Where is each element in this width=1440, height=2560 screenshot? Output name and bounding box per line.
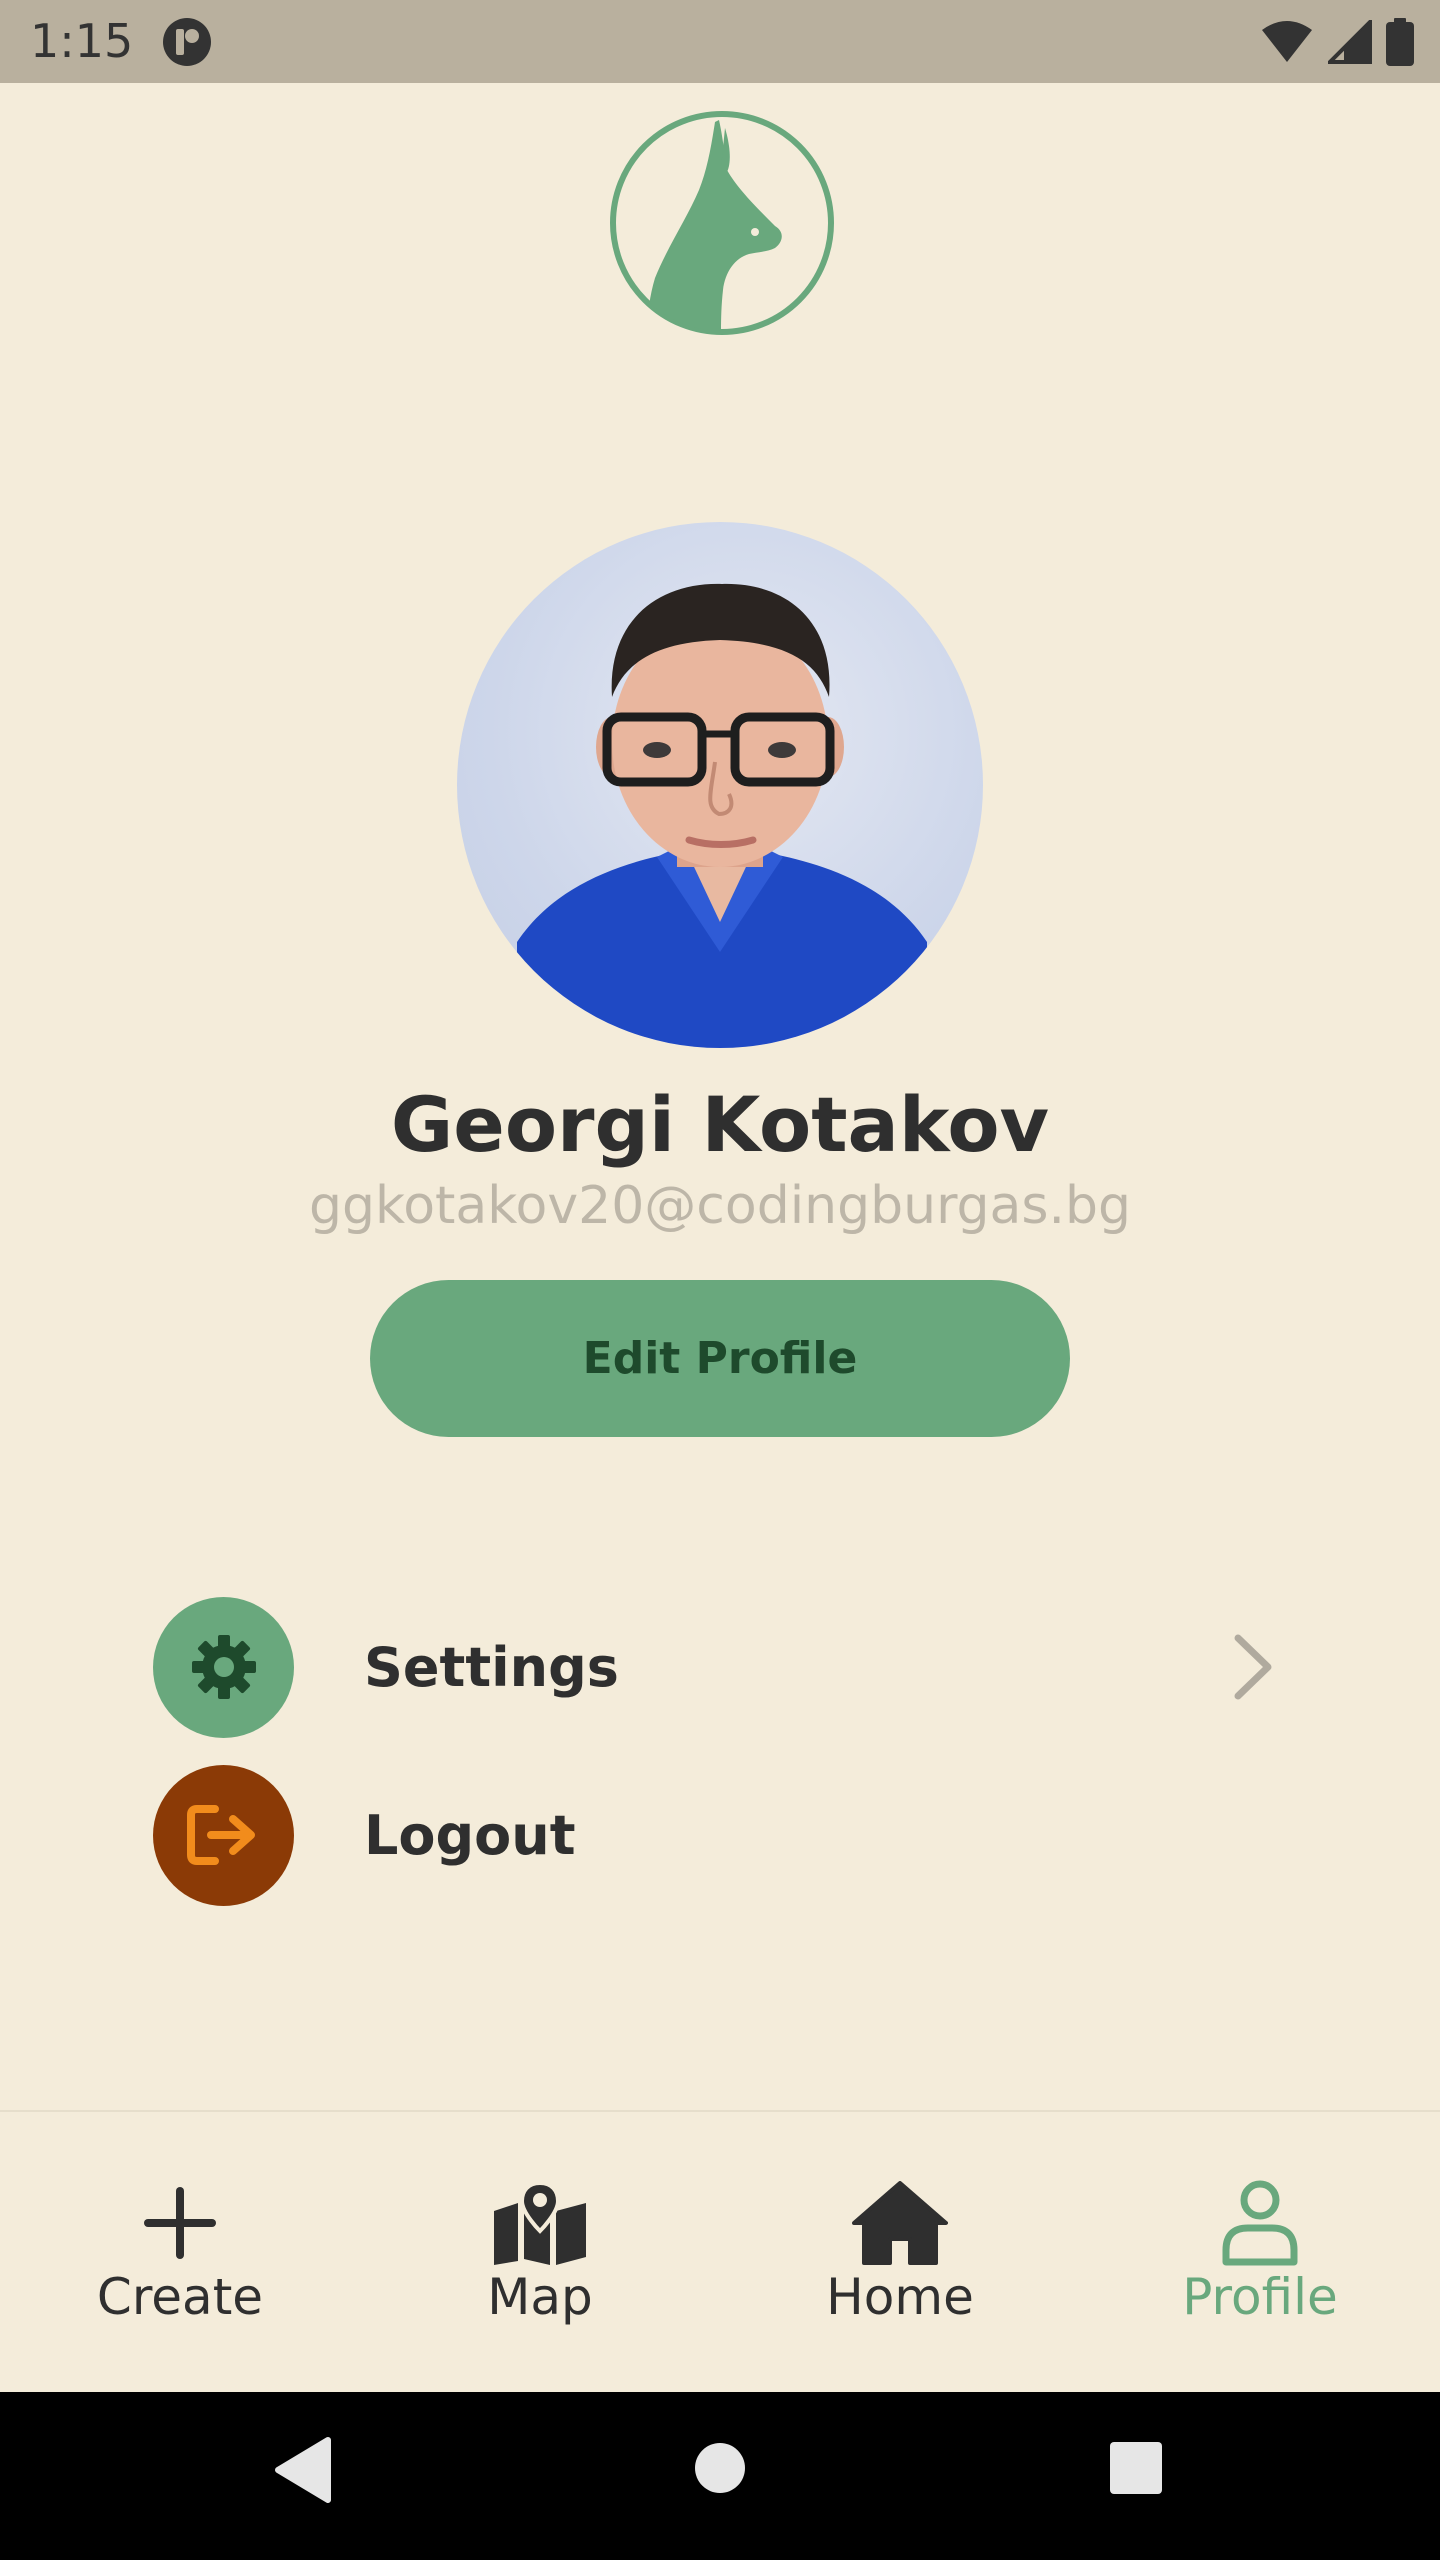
cellular-signal-icon (1328, 20, 1372, 64)
nav-item-map[interactable]: Map (360, 2112, 720, 2394)
settings-icon-circle (153, 1596, 294, 1738)
plus-icon (144, 2187, 216, 2259)
gear-icon (191, 1635, 256, 1699)
wifi-icon (1262, 21, 1312, 62)
person-icon (1222, 2180, 1298, 2266)
home-button-icon[interactable] (694, 2434, 746, 2506)
profile-name: Georgi Kotakov (390, 1080, 1050, 1169)
avatar (457, 522, 983, 1048)
chevron-right-icon (1234, 1634, 1272, 1700)
app-logo-icon (610, 111, 834, 335)
home-icon (852, 2181, 948, 2265)
recents-icon[interactable] (1108, 2434, 1164, 2506)
nav-item-profile[interactable]: Profile (1080, 2112, 1440, 2394)
status-bar: 1:15 (0, 0, 1440, 83)
nav-item-home[interactable]: Home (720, 2112, 1080, 2394)
status-time: 1:15 (30, 14, 134, 68)
back-icon[interactable] (272, 2434, 334, 2506)
nav-item-create[interactable]: Create (0, 2112, 360, 2394)
app-notification-icon (163, 18, 211, 66)
logout-icon (186, 1805, 255, 1865)
nav-label: Profile (1182, 2268, 1338, 2326)
menu-item-logout[interactable]: Logout (0, 1760, 1440, 1910)
bottom-navigation: Create Map Home Profile (0, 2110, 1440, 2392)
menu-item-label: Settings (364, 1635, 619, 1699)
nav-label: Home (826, 2268, 974, 2326)
menu-item-settings[interactable]: Settings (0, 1592, 1440, 1742)
menu-item-label: Logout (364, 1803, 576, 1867)
profile-email: ggkotakov20@codingburgas.bg (308, 1176, 1132, 1236)
map-icon (494, 2181, 586, 2265)
profile-photo (517, 583, 927, 1048)
nav-label: Create (96, 2268, 264, 2326)
battery-icon (1386, 18, 1414, 66)
nav-label: Map (487, 2268, 593, 2326)
edit-profile-button[interactable]: Edit Profile (370, 1280, 1070, 1437)
logout-icon-circle (153, 1764, 294, 1906)
system-navigation-bar (0, 2392, 1440, 2560)
